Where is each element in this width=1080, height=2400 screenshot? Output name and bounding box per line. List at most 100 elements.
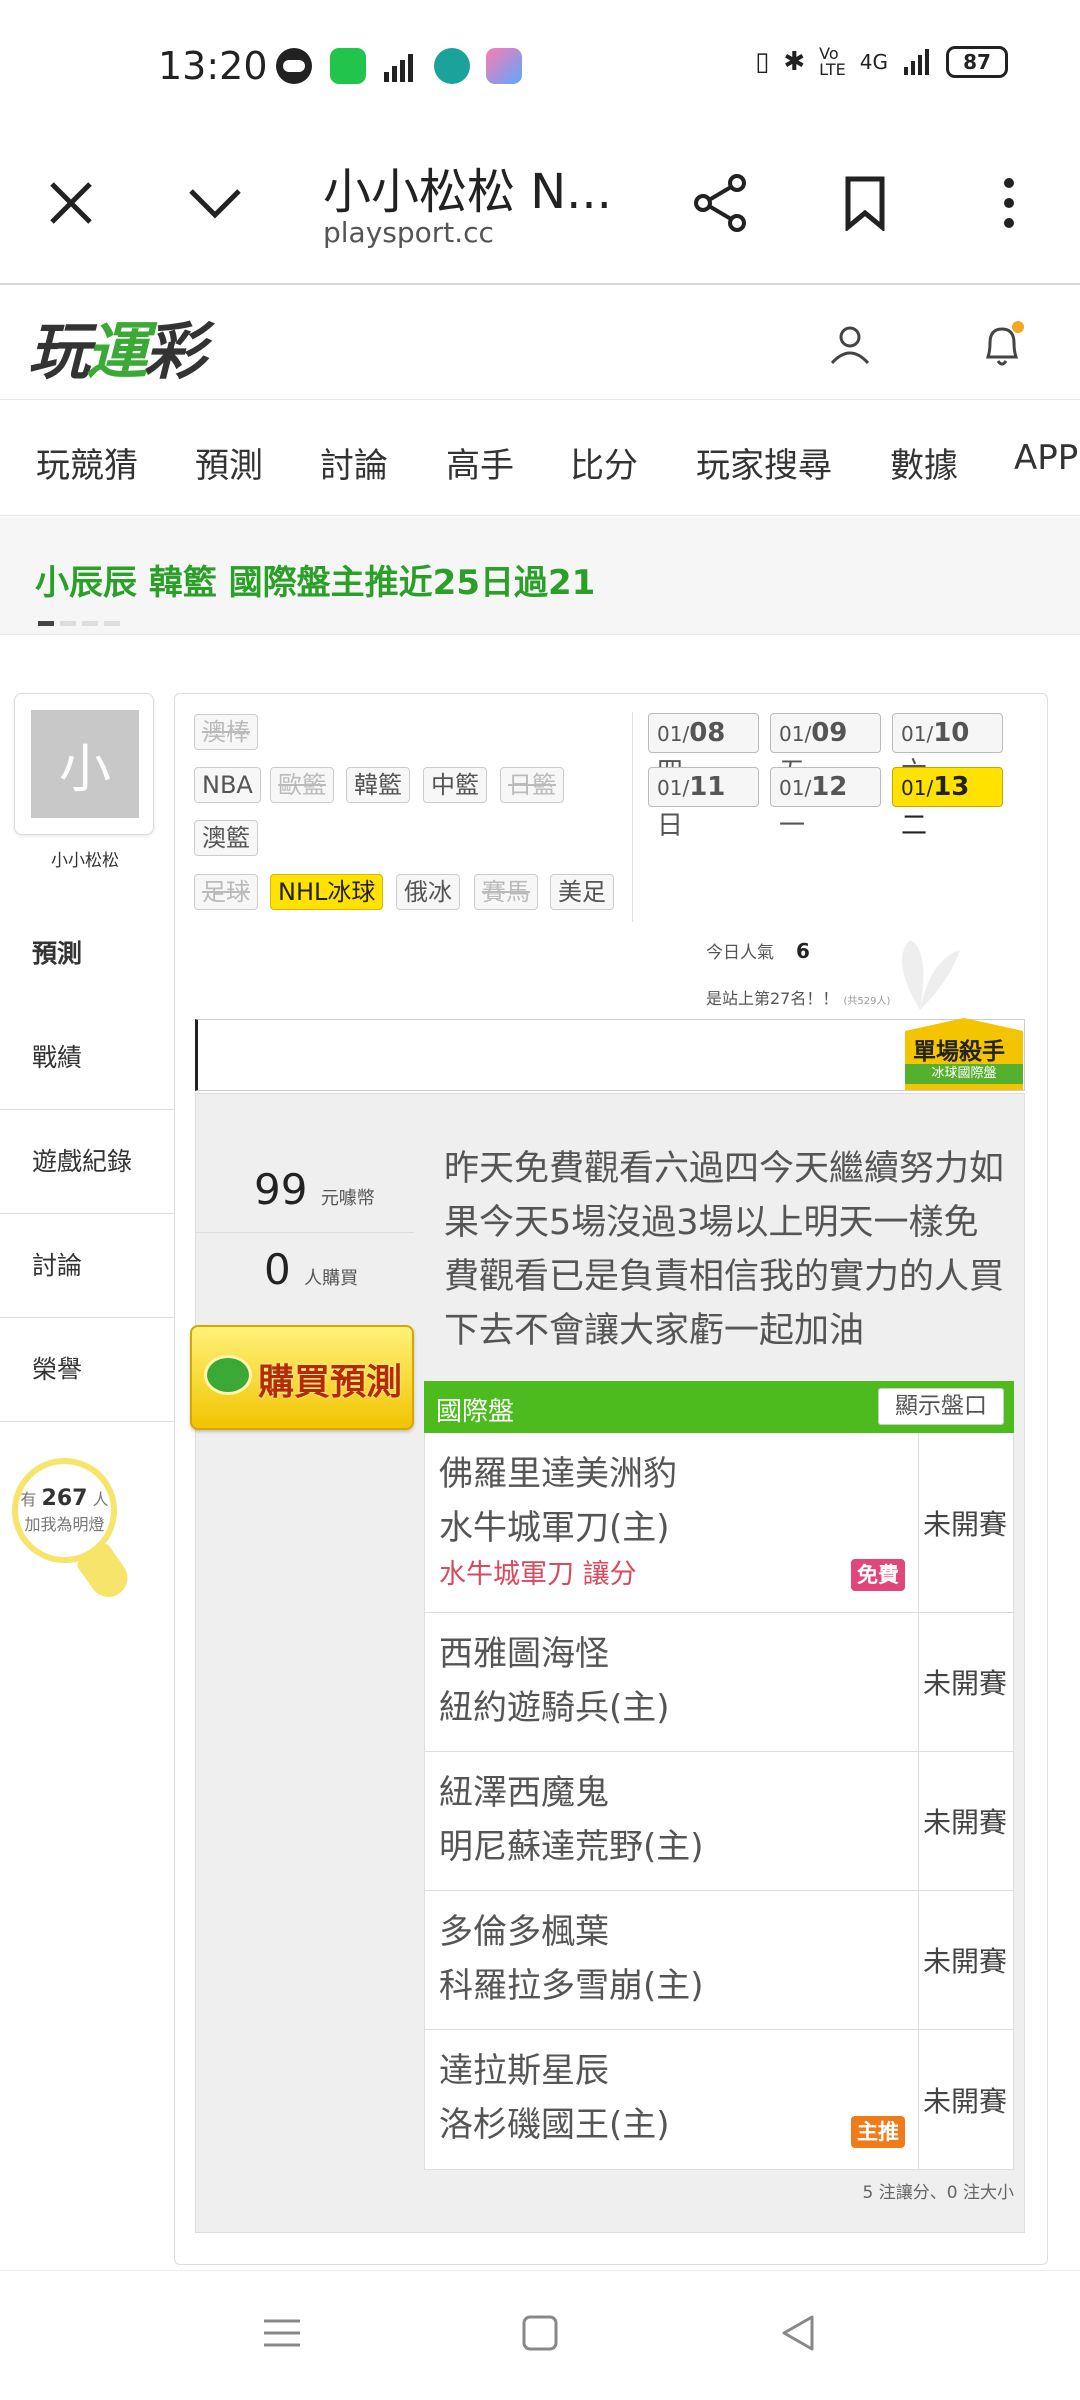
date-button-0111[interactable]: 01/11 日 [648, 767, 759, 841]
nav-item-guess[interactable]: 玩競猜 [36, 438, 138, 487]
side-menu: 預測 戰績 遊戲紀錄 討論 榮譽 [0, 902, 174, 1422]
share-icon[interactable] [686, 168, 756, 238]
date-button-0109[interactable]: 01/09 五 [770, 713, 881, 787]
nav-item-predict[interactable]: 預測 [195, 438, 263, 487]
user-name[interactable]: 小小松松 [0, 846, 170, 871]
side-item-game-log[interactable]: 遊戲紀錄 [0, 1110, 174, 1214]
main-pick-badge: 主推 [851, 2116, 905, 2148]
home-icon[interactable] [520, 2313, 560, 2357]
rank-total: (共529人) [843, 996, 891, 1007]
chevron-down-icon[interactable] [180, 168, 250, 238]
signal-chart-icon [382, 48, 418, 84]
league-tag-nhl[interactable]: NHL冰球 [270, 874, 384, 910]
away-team: 西雅圖海怪 [439, 1634, 609, 1674]
browser-url[interactable]: playsport.cc [323, 216, 494, 249]
league-tag-khl[interactable]: 俄冰 [396, 874, 460, 910]
game-row[interactable]: 佛羅里達美洲豹 水牛城軍刀(主) 水牛城軍刀 讓分 免費 未開賽 [424, 1433, 1014, 1613]
line-icon [276, 48, 312, 84]
killer-subtitle: 冰球國際盤 [905, 1064, 1023, 1084]
more-vertical-icon[interactable] [974, 168, 1044, 238]
game-row[interactable]: 紐澤西魔鬼 明尼蘇達荒野(主) 未開賽 [424, 1752, 1014, 1891]
nav-item-app[interactable]: APP [1014, 438, 1078, 478]
prediction-header-bar [195, 1019, 1025, 1091]
game-app-icon [486, 48, 522, 84]
single-game-killer-badge: 單場殺手 冰球國際盤 [905, 1018, 1023, 1090]
show-odds-button[interactable]: 顯示盤口 [878, 1388, 1004, 1425]
game-status: 未開賽 [922, 1806, 1007, 1839]
pick-text: 水牛城軍刀 讓分 [439, 1559, 637, 1590]
date-button-0110[interactable]: 01/10 六 [892, 713, 1003, 787]
nav-item-experts[interactable]: 高手 [446, 438, 514, 487]
game-status: 未開賽 [922, 1667, 1007, 1700]
browser-title: 小小松松 N... [323, 164, 612, 220]
followers-note: 加我為明燈 [24, 1515, 105, 1534]
buy-button-label: 購買預測 [258, 1362, 403, 1403]
game-status: 未開賽 [922, 1945, 1007, 1978]
followers-prefix: 有 [20, 1490, 37, 1509]
game-row[interactable]: 西雅圖海怪 紐約遊騎兵(主) 未開賽 [424, 1613, 1014, 1752]
site-logo[interactable]: 玩運彩 [28, 301, 206, 391]
rank-text: 是站上第27名！！ (共529人) [706, 985, 890, 1009]
avatar-card[interactable]: 小 [14, 693, 154, 835]
league-tag-euro-basketball: 歐籃 [270, 767, 334, 803]
price-value: 99 [254, 1165, 308, 1214]
status-bar: 13:20 ▯ ✱ Vo LTE 4G 87 [0, 0, 1080, 130]
home-team: 科羅拉多雪崩(主) [439, 1966, 704, 2006]
bet-summary: 5 注讓分、0 注大小 [862, 2183, 1014, 2203]
announcement-ticker: 小辰辰 韓籃 國際盤主推近25日過21 [0, 517, 1080, 635]
back-icon[interactable] [778, 2313, 818, 2357]
league-tag-soccer: 足球 [194, 874, 258, 910]
bookmark-icon[interactable] [830, 168, 900, 238]
rank-label: 是站上第27名！！ [706, 989, 839, 1008]
network-label: 4G [859, 50, 888, 74]
league-tag-kbl[interactable]: 韓籃 [346, 767, 410, 803]
home-team: 洛杉磯國王(主) [439, 2105, 670, 2145]
game-teams: 佛羅里達美洲豹 水牛城軍刀(主) 水牛城軍刀 讓分 [425, 1433, 919, 1612]
side-item-predict[interactable]: 預測 [0, 902, 174, 1006]
user-icon[interactable] [828, 323, 872, 371]
game-row[interactable]: 多倫多楓葉 科羅拉多雪崩(主) 未開賽 [424, 1891, 1014, 2030]
avatar: 小 [31, 710, 139, 818]
battery-level: 87 [963, 50, 991, 74]
divider [196, 1232, 414, 1233]
date-button-0113[interactable]: 01/13 二 [892, 767, 1003, 841]
close-icon[interactable] [36, 168, 106, 238]
recents-icon[interactable] [262, 2313, 302, 2357]
odds-header: 國際盤 顯示盤口 [424, 1381, 1014, 1433]
side-item-honor[interactable]: 榮譽 [0, 1318, 174, 1422]
popularity: 今日人氣 6 [706, 938, 810, 963]
nav-item-discuss[interactable]: 討論 [320, 438, 388, 487]
league-tag-nba[interactable]: NBA [194, 767, 261, 803]
ticker-text[interactable]: 小辰辰 韓籃 國際盤主推近25日過21 [35, 555, 595, 604]
league-tag-nfl[interactable]: 美足 [550, 874, 614, 910]
away-team: 紐澤西魔鬼 [439, 1773, 609, 1813]
league-tag-nbl[interactable]: 澳籃 [194, 820, 258, 856]
nav-item-data[interactable]: 數據 [890, 438, 958, 487]
nav-item-scores[interactable]: 比分 [570, 438, 638, 487]
bluetooth-icon: ✱ [783, 47, 806, 77]
killer-title: 單場殺手 [913, 1039, 1005, 1065]
game-status: 未開賽 [922, 1507, 1007, 1541]
follow-bulb[interactable]: 有 267 人 加我為明燈 [12, 1458, 117, 1563]
nav-item-player-search[interactable]: 玩家搜尋 [696, 438, 832, 487]
system-icons: ▯ ✱ Vo LTE 4G 87 [755, 46, 1008, 78]
buyer-count: 0 人購買 [264, 1245, 358, 1294]
buy-prediction-button[interactable]: 購買預測 [190, 1325, 414, 1430]
buyer-unit: 人購買 [304, 1268, 359, 1289]
vibrate-icon: ▯ [755, 47, 770, 77]
filter-divider [632, 712, 633, 922]
side-item-discuss[interactable]: 討論 [0, 1214, 174, 1318]
price: 99 元噱幣 [254, 1165, 375, 1214]
away-team: 達拉斯星辰 [439, 2051, 609, 2091]
date-button-0108[interactable]: 01/08 四 [648, 713, 759, 787]
signal-icon [904, 49, 929, 75]
home-team: 紐約遊騎兵(主) [439, 1688, 670, 1728]
game-row[interactable]: 達拉斯星辰 洛杉磯國王(主) 主推 未開賽 [424, 2030, 1014, 2170]
side-item-record[interactable]: 戰績 [0, 1006, 174, 1110]
date-button-0112[interactable]: 01/12 一 [770, 767, 881, 841]
bell-icon[interactable] [980, 321, 1026, 373]
league-tag-cba[interactable]: 中籃 [423, 767, 487, 803]
games-list: 佛羅里達美洲豹 水牛城軍刀(主) 水牛城軍刀 讓分 免費 未開賽 西雅圖海怪 紐… [424, 1433, 1014, 2170]
volte-icon: Vo LTE [819, 44, 846, 79]
game-teams: 紐澤西魔鬼 明尼蘇達荒野(主) [425, 1752, 919, 1890]
